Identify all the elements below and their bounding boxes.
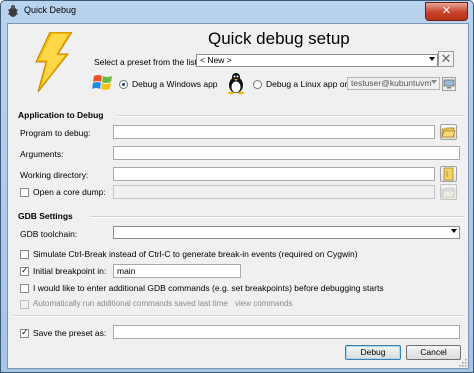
preset-label: Select a preset from the list: [94, 57, 200, 67]
open-core-dump-label: Open a core dump: [33, 187, 106, 197]
gdb-group-title: GDB Settings [18, 211, 73, 221]
initial-breakpoint-checkbox[interactable] [20, 265, 29, 276]
bug-icon [8, 5, 18, 17]
folder-icon [441, 127, 456, 138]
ctrl-break-label: Simulate Ctrl-Break instead of Ctrl-C to… [33, 249, 358, 259]
app-group-title: Application to Debug [18, 110, 104, 120]
working-directory-input[interactable] [113, 167, 435, 181]
dialog-client-area: Quick debug setup Select a preset from t… [7, 23, 469, 369]
windows-app-radio[interactable] [119, 80, 128, 89]
browse-core-dump-button[interactable] [440, 184, 457, 200]
preset-value: < New > [200, 55, 232, 65]
chevron-down-icon [451, 229, 457, 233]
chevron-down-icon [429, 57, 435, 61]
ctrl-break-checkbox[interactable] [20, 250, 29, 259]
linux-host-value: testuser@kubuntuvm [351, 78, 432, 88]
resize-grip-icon[interactable] [459, 359, 467, 367]
initial-breakpoint-label: Initial breakpoint in: [33, 266, 107, 276]
toolchain-dropdown[interactable] [113, 226, 460, 239]
save-preset-checkbox[interactable] [20, 327, 29, 338]
windows-logo-icon [92, 75, 112, 90]
browse-program-button[interactable] [440, 124, 457, 140]
program-input[interactable] [113, 125, 435, 139]
tux-penguin-icon [228, 73, 244, 94]
app-group-divider [118, 115, 464, 117]
window-close-button[interactable]: ✕ [425, 2, 468, 21]
remote-host-settings-button[interactable] [442, 77, 456, 91]
dialog-heading: Quick debug setup [208, 29, 350, 48]
arguments-input[interactable] [113, 146, 460, 160]
quick-debug-window: Quick Debug ✕ Quick debug setup Select a… [0, 0, 474, 373]
initial-breakpoint-input[interactable]: main [113, 264, 241, 278]
delete-preset-button[interactable]: ✕ [438, 51, 454, 67]
computer-icon [443, 79, 455, 89]
title-bar[interactable]: Quick Debug ✕ [1, 1, 473, 21]
working-directory-label: Working directory: [20, 170, 89, 180]
toolchain-label: GDB toolchain: [20, 229, 78, 239]
linux-app-label: Debug a Linux app on [266, 79, 350, 89]
debug-button[interactable]: Debug [345, 345, 401, 360]
folder-open-icon [443, 167, 454, 181]
preset-dropdown[interactable]: < New > [196, 54, 438, 67]
extra-commands-checkbox[interactable] [20, 284, 29, 293]
footer-divider [14, 315, 464, 317]
chevron-down-icon [431, 80, 437, 84]
cancel-button[interactable]: Cancel [406, 345, 461, 360]
save-preset-label: Save the preset as: [33, 328, 107, 338]
linux-host-dropdown[interactable]: testuser@kubuntuvm [347, 77, 440, 90]
view-commands-link[interactable]: view commands [235, 299, 292, 308]
program-label: Program to debug: [20, 128, 91, 138]
core-dump-input[interactable] [113, 185, 435, 199]
auto-run-commands-label: Automatically run additional commands sa… [33, 299, 228, 308]
windows-app-label: Debug a Windows app [132, 79, 218, 89]
folder-icon [441, 187, 456, 198]
arguments-label: Arguments: [20, 149, 64, 159]
auto-run-commands-checkbox[interactable] [20, 300, 29, 309]
gdb-group-divider [90, 216, 464, 218]
browse-directory-button[interactable] [440, 166, 457, 182]
open-core-dump-checkbox[interactable] [20, 188, 29, 197]
linux-app-radio[interactable] [253, 80, 262, 89]
window-title: Quick Debug [24, 5, 77, 15]
extra-commands-label: I would like to enter additional GDB com… [33, 283, 384, 293]
save-preset-input[interactable] [113, 325, 460, 339]
lightning-bolt-icon [35, 32, 73, 92]
